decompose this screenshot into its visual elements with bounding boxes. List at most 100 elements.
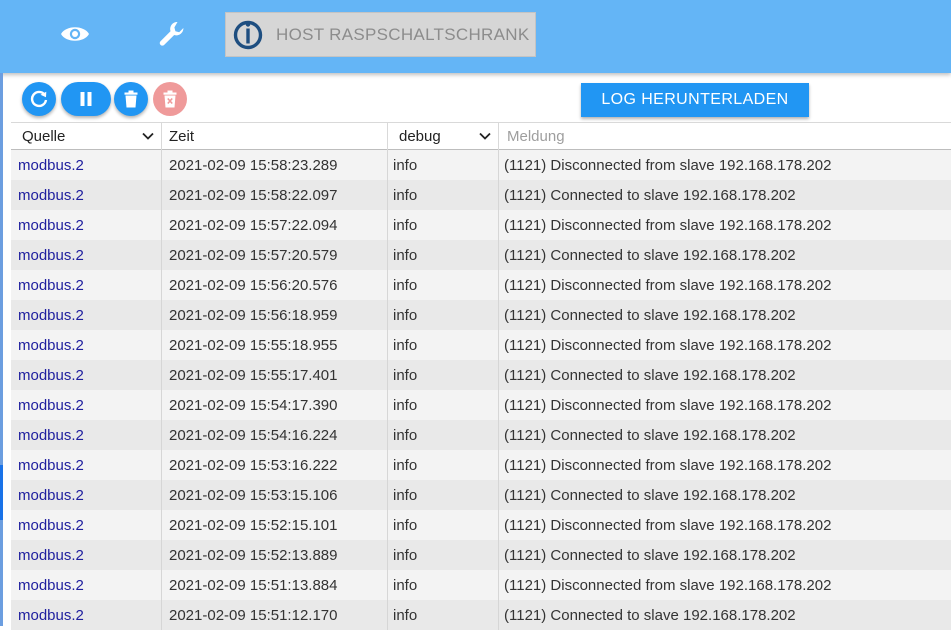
log-message-cell: (1121) Disconnected from slave 192.168.1… — [504, 396, 832, 414]
log-time-cell: 2021-02-09 15:52:13.889 — [162, 540, 388, 570]
log-time-cell: 2021-02-09 15:54:16.224 — [162, 420, 388, 450]
log-level-cell: info — [388, 420, 499, 450]
log-level-cell: info — [388, 180, 499, 210]
table-row[interactable]: modbus.2 2021-02-09 15:56:20.576 info (1121… — [11, 270, 951, 300]
refresh-button[interactable] — [22, 82, 56, 116]
log-time-cell: 2021-02-09 15:52:15.101 — [162, 510, 388, 540]
log-time-cell: 2021-02-09 15:56:20.576 — [162, 270, 388, 300]
log-time-cell: 2021-02-09 15:56:18.959 — [162, 300, 388, 330]
host-label: HOST RASPSCHALTSCHRANK — [276, 24, 530, 44]
log-table: Quelle Zeit debug Meldung modbus.2 2021-0… — [11, 122, 951, 630]
table-row[interactable]: modbus.2 2021-02-09 15:54:16.224 info (1121… — [11, 420, 951, 450]
log-source-cell: modbus.2 — [11, 240, 162, 270]
log-message-cell: (1121) Connected to slave 192.168.178.20… — [504, 246, 796, 264]
log-source-cell: modbus.2 — [11, 570, 162, 600]
log-level-cell: info — [388, 360, 499, 390]
log-level-cell: info — [388, 480, 499, 510]
log-source-cell: modbus.2 — [11, 390, 162, 420]
refresh-icon — [30, 90, 48, 108]
log-message-cell: (1121) Connected to slave 192.168.178.20… — [504, 186, 796, 204]
chevron-down-icon — [142, 132, 154, 140]
log-message-cell: (1121) Disconnected from slave 192.168.1… — [504, 516, 832, 534]
source-filter-select[interactable]: Quelle — [11, 123, 162, 150]
log-time-cell: 2021-02-09 15:53:15.106 — [162, 480, 388, 510]
time-column-label: Zeit — [169, 128, 195, 145]
wrench-icon[interactable] — [155, 17, 189, 51]
log-level-cell: info — [388, 210, 499, 240]
table-row[interactable]: modbus.2 2021-02-09 15:51:13.884 info (1121… — [11, 570, 951, 600]
left-edge — [0, 73, 3, 626]
log-level-cell: info — [388, 450, 499, 480]
log-source-cell: modbus.2 — [11, 300, 162, 330]
pause-icon — [80, 92, 92, 106]
log-source-cell: modbus.2 — [11, 210, 162, 240]
table-row[interactable]: modbus.2 2021-02-09 15:58:22.097 info (1121… — [11, 180, 951, 210]
delete-icon — [124, 90, 138, 108]
log-level-cell: info — [388, 240, 499, 270]
log-source-cell: modbus.2 — [11, 330, 162, 360]
log-message-cell: (1121) Connected to slave 192.168.178.20… — [504, 486, 796, 504]
log-source-cell: modbus.2 — [11, 540, 162, 570]
table-body: modbus.2 2021-02-09 15:58:23.289 info (1121… — [11, 150, 951, 630]
table-row[interactable]: modbus.2 2021-02-09 15:57:20.579 info (1121… — [11, 240, 951, 270]
log-level-cell: info — [388, 270, 499, 300]
time-column-header: Zeit — [162, 123, 388, 150]
table-row[interactable]: modbus.2 2021-02-09 15:53:16.222 info (1121… — [11, 450, 951, 480]
table-row[interactable]: modbus.2 2021-02-09 15:56:18.959 info (1121… — [11, 300, 951, 330]
table-row[interactable]: modbus.2 2021-02-09 15:53:15.106 info (1121… — [11, 480, 951, 510]
log-level-cell: info — [388, 300, 499, 330]
log-source-cell: modbus.2 — [11, 420, 162, 450]
message-filter-input[interactable]: Meldung — [499, 123, 951, 150]
log-message-cell: (1121) Connected to slave 192.168.178.20… — [504, 546, 796, 564]
log-message-cell: (1121) Connected to slave 192.168.178.20… — [504, 426, 796, 444]
log-level-cell: info — [388, 510, 499, 540]
log-level-cell: info — [388, 390, 499, 420]
log-level-cell: info — [388, 540, 499, 570]
message-filter-placeholder: Meldung — [507, 128, 565, 145]
table-row[interactable]: modbus.2 2021-02-09 15:55:17.401 info (1121… — [11, 360, 951, 390]
log-time-cell: 2021-02-09 15:55:17.401 — [162, 360, 388, 390]
clear-disabled-icon — [163, 90, 177, 108]
log-message-cell: (1121) Disconnected from slave 192.168.1… — [504, 456, 832, 474]
log-time-cell: 2021-02-09 15:55:18.955 — [162, 330, 388, 360]
table-row[interactable]: modbus.2 2021-02-09 15:57:22.094 info (1121… — [11, 210, 951, 240]
log-time-cell: 2021-02-09 15:57:20.579 — [162, 240, 388, 270]
log-level-cell: info — [388, 330, 499, 360]
log-time-cell: 2021-02-09 15:57:22.094 — [162, 210, 388, 240]
log-source-cell: modbus.2 — [11, 150, 162, 180]
clear-log-button[interactable] — [153, 82, 187, 116]
table-header: Quelle Zeit debug Meldung — [11, 122, 951, 150]
table-row[interactable]: modbus.2 2021-02-09 15:58:23.289 info (1121… — [11, 150, 951, 180]
log-message-cell: (1121) Disconnected from slave 192.168.1… — [504, 336, 832, 354]
log-source-cell: modbus.2 — [11, 510, 162, 540]
eye-icon[interactable] — [58, 17, 92, 51]
log-message-cell: (1121) Disconnected from slave 192.168.1… — [504, 276, 832, 294]
log-time-cell: 2021-02-09 15:58:22.097 — [162, 180, 388, 210]
log-time-cell: 2021-02-09 15:58:23.289 — [162, 150, 388, 180]
top-bar: HOST RASPSCHALTSCHRANK — [0, 0, 951, 73]
chevron-down-icon — [479, 132, 491, 140]
log-message-cell: (1121) Disconnected from slave 192.168.1… — [504, 156, 832, 174]
log-time-cell: 2021-02-09 15:54:17.390 — [162, 390, 388, 420]
table-row[interactable]: modbus.2 2021-02-09 15:52:13.889 info (1121… — [11, 540, 951, 570]
download-log-button[interactable]: LOG HERUNTERLADEN — [581, 83, 809, 117]
log-source-cell: modbus.2 — [11, 180, 162, 210]
log-level-cell: info — [388, 570, 499, 600]
log-message-cell: (1121) Connected to slave 192.168.178.20… — [504, 366, 796, 384]
log-level-cell: info — [388, 150, 499, 180]
iobroker-logo — [233, 20, 263, 49]
table-row[interactable]: modbus.2 2021-02-09 15:55:18.955 info (1121… — [11, 330, 951, 360]
table-row[interactable]: modbus.2 2021-02-09 15:54:17.390 info (1121… — [11, 390, 951, 420]
table-row[interactable]: modbus.2 2021-02-09 15:52:15.101 info (1121… — [11, 510, 951, 540]
log-source-cell: modbus.2 — [11, 270, 162, 300]
left-edge-marker — [0, 465, 3, 520]
delete-log-button[interactable] — [114, 82, 148, 116]
pause-button[interactable] — [61, 82, 111, 116]
log-source-cell: modbus.2 — [11, 360, 162, 390]
log-source-cell: modbus.2 — [11, 480, 162, 510]
log-message-cell: (1121) Disconnected from slave 192.168.1… — [504, 216, 832, 234]
log-message-cell: (1121) Disconnected from slave 192.168.1… — [504, 576, 832, 594]
level-filter-select[interactable]: debug — [388, 123, 499, 150]
host-selector[interactable]: HOST RASPSCHALTSCHRANK — [225, 12, 536, 57]
level-filter-label: debug — [399, 128, 441, 145]
